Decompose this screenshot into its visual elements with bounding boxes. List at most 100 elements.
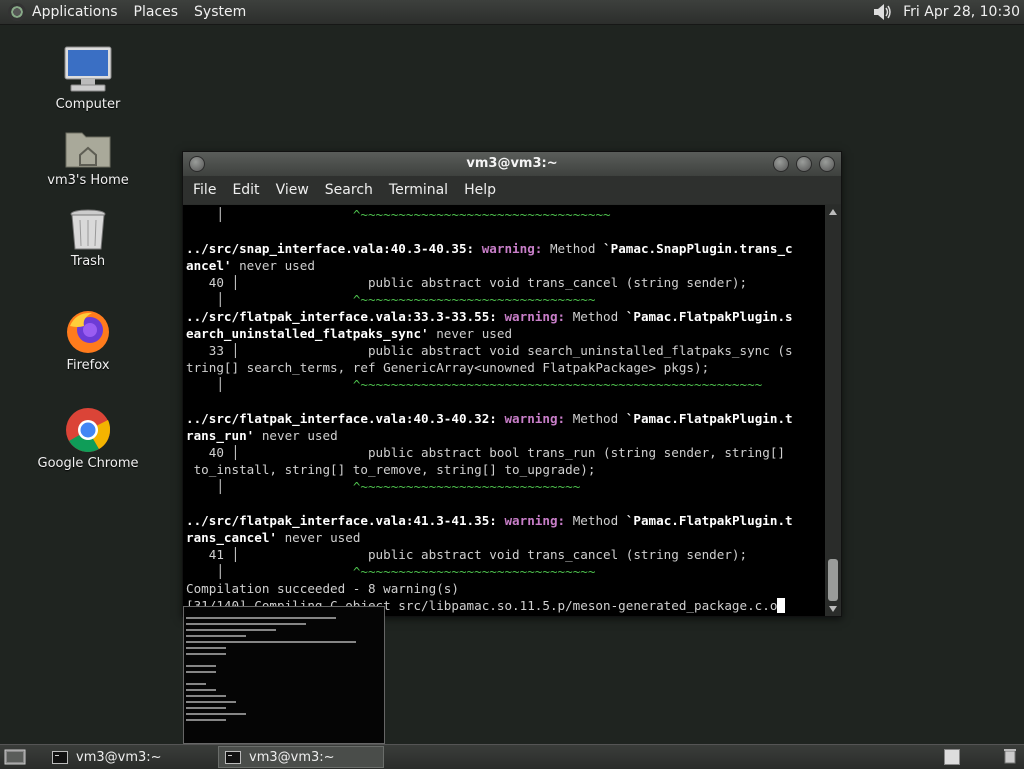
terminal-text: never used bbox=[277, 530, 361, 545]
thumbnail-text-line bbox=[186, 647, 226, 649]
menu-view[interactable]: View bbox=[276, 182, 309, 198]
scroll-up-arrow-icon[interactable] bbox=[829, 209, 837, 215]
menu-applications[interactable]: Applications bbox=[32, 4, 118, 20]
thumbnail-text-line bbox=[186, 629, 276, 631]
terminal-window[interactable]: vm3@vm3:~ File Edit View Search Terminal… bbox=[182, 151, 842, 617]
window-menu-icon[interactable] bbox=[189, 156, 205, 172]
desktop-icon-label: Firefox bbox=[66, 358, 110, 373]
terminal-text: rans_run' bbox=[186, 428, 255, 443]
bottom-panel: vm3@vm3:~ vm3@vm3:~ bbox=[0, 744, 1024, 769]
chrome-icon bbox=[66, 408, 111, 452]
menu-search[interactable]: Search bbox=[325, 182, 373, 198]
show-desktop-icon[interactable] bbox=[4, 748, 26, 766]
menu-help[interactable]: Help bbox=[464, 182, 496, 198]
terminal-line: 41 │ public abstract void trans_cancel (… bbox=[186, 547, 747, 562]
menu-terminal[interactable]: Terminal bbox=[389, 182, 448, 198]
terminal-scrollbar[interactable] bbox=[826, 205, 840, 616]
terminal-text: warning: bbox=[504, 411, 566, 426]
desktop-icon-computer[interactable]: Computer bbox=[33, 45, 143, 112]
top-panel: Applications Places System Fri Apr 28, 1… bbox=[0, 0, 1024, 25]
terminal-line: ../src/snap_interface.vala:40.3-40.35: w… bbox=[186, 241, 793, 256]
trash-applet-icon[interactable] bbox=[1002, 748, 1018, 764]
terminal-text: 40 │ public abstract bool trans_run (str… bbox=[186, 445, 785, 460]
volume-icon[interactable] bbox=[873, 3, 893, 21]
desktop-icon-firefox[interactable]: Firefox bbox=[33, 308, 143, 373]
terminal-text: ../src/flatpak_interface.vala:33.3-33.55… bbox=[186, 309, 497, 324]
thumbnail-text-line bbox=[186, 641, 356, 643]
thumbnail-text-line bbox=[186, 671, 216, 673]
terminal-text: warning: bbox=[504, 513, 566, 528]
terminal-text: warning: bbox=[504, 309, 566, 324]
terminal-line: │ ^~~~~~~~~~~~~~~~~~~~~~~~~~~~~~~~~~~~~~… bbox=[186, 377, 762, 392]
terminal-text: tring[] search_terms, ref GenericArray<u… bbox=[186, 360, 710, 375]
terminal-output[interactable]: │ ^~~~~~~~~~~~~~~~~~~~~~~~~~~~~~~~~~ ../s… bbox=[183, 205, 825, 616]
terminal-line: │ ^~~~~~~~~~~~~~~~~~~~~~~~~~~~~~~~ bbox=[186, 564, 595, 579]
minimize-button[interactable] bbox=[773, 156, 789, 172]
terminal-text: │ bbox=[186, 292, 353, 307]
taskbar-item-label: vm3@vm3:~ bbox=[76, 749, 162, 765]
terminal-line: to_install, string[] to_remove, string[]… bbox=[186, 462, 596, 477]
terminal-text: 41 │ public abstract void trans_cancel (… bbox=[186, 547, 748, 562]
desktop-icon-chrome[interactable]: Google Chrome bbox=[33, 406, 143, 471]
thumbnail-text-line bbox=[186, 635, 246, 637]
scroll-down-arrow-icon[interactable] bbox=[829, 606, 837, 612]
taskbar-item[interactable]: vm3@vm3:~ bbox=[46, 747, 208, 767]
terminal-text: │ bbox=[186, 377, 353, 392]
terminal-text: never used bbox=[254, 428, 338, 443]
terminal-line: rans_cancel' never used bbox=[186, 530, 360, 545]
terminal-line: │ ^~~~~~~~~~~~~~~~~~~~~~~~~~~~~~ bbox=[186, 479, 580, 494]
terminal-text: ancel' bbox=[186, 258, 232, 273]
thumbnail-text-line bbox=[186, 701, 236, 703]
window-title: vm3@vm3:~ bbox=[466, 156, 558, 171]
menu-edit[interactable]: Edit bbox=[232, 182, 259, 198]
terminal-text: 40 │ public abstract void trans_cancel (… bbox=[186, 275, 748, 290]
thumbnail-text-line bbox=[186, 695, 226, 697]
terminal-line: 40 │ public abstract bool trans_run (str… bbox=[186, 445, 785, 460]
terminal-line: tring[] search_terms, ref GenericArray<u… bbox=[186, 360, 709, 375]
distro-logo-icon[interactable] bbox=[8, 3, 26, 21]
taskbar-item-active[interactable]: vm3@vm3:~ bbox=[218, 746, 384, 768]
terminal-line: ancel' never used bbox=[186, 258, 315, 273]
terminal-text: ^~~~~~~~~~~~~~~~~~~~~~~~~~~~~~ bbox=[352, 479, 581, 494]
terminal-line: ../src/flatpak_interface.vala:33.3-33.55… bbox=[186, 309, 793, 324]
terminal-text: Method bbox=[565, 411, 626, 426]
thumbnail-text-line bbox=[186, 653, 226, 655]
thumbnail-text-line bbox=[186, 623, 306, 625]
terminal-text: `Pamac.FlatpakPlugin.t bbox=[625, 411, 793, 426]
window-titlebar[interactable]: vm3@vm3:~ bbox=[183, 152, 841, 176]
clock[interactable]: Fri Apr 28, 10:30 bbox=[903, 4, 1020, 20]
terminal-text: ../src/flatpak_interface.vala:41.3-41.35… bbox=[186, 513, 497, 528]
thumbnail-text-line bbox=[186, 665, 216, 667]
maximize-button[interactable] bbox=[796, 156, 812, 172]
workspace-switcher[interactable] bbox=[944, 749, 960, 765]
terminal-line: 33 │ public abstract void search_uninsta… bbox=[186, 343, 793, 358]
terminal-icon bbox=[52, 750, 68, 764]
terminal-text: ^~~~~~~~~~~~~~~~~~~~~~~~~~~~~~~~ bbox=[352, 564, 596, 579]
terminal-text: Method bbox=[542, 241, 604, 256]
scrollbar-thumb[interactable] bbox=[828, 559, 838, 601]
terminal-text: never used bbox=[231, 258, 315, 273]
menu-file[interactable]: File bbox=[193, 182, 216, 198]
thumbnail-text-line bbox=[186, 689, 216, 691]
close-button[interactable] bbox=[819, 156, 835, 172]
thumbnail-text-line bbox=[186, 713, 246, 715]
menu-system[interactable]: System bbox=[194, 4, 246, 20]
window-preview-thumbnail[interactable] bbox=[183, 606, 385, 744]
terminal-cursor bbox=[777, 598, 786, 613]
desktop-icon-label: Trash bbox=[70, 254, 106, 269]
terminal-text: │ bbox=[186, 479, 353, 494]
terminal-text: 33 │ public abstract void search_uninsta… bbox=[186, 343, 793, 358]
terminal-line: ../src/flatpak_interface.vala:40.3-40.32… bbox=[186, 411, 793, 426]
terminal-line: rans_run' never used bbox=[186, 428, 338, 443]
menu-places[interactable]: Places bbox=[134, 4, 179, 20]
terminal-line: │ ^~~~~~~~~~~~~~~~~~~~~~~~~~~~~~~~~~ bbox=[186, 207, 611, 222]
desktop-icon-home[interactable]: vm3's Home bbox=[33, 127, 143, 188]
terminal-icon bbox=[225, 750, 241, 764]
terminal-text: ^~~~~~~~~~~~~~~~~~~~~~~~~~~~~~~~~~ bbox=[352, 207, 611, 222]
desktop-icon-label: vm3's Home bbox=[47, 173, 129, 188]
desktop-icon-trash[interactable]: Trash bbox=[33, 208, 143, 269]
firefox-icon bbox=[67, 311, 109, 353]
thumbnail-text-line bbox=[186, 617, 336, 619]
terminal-text: warning: bbox=[481, 241, 543, 256]
